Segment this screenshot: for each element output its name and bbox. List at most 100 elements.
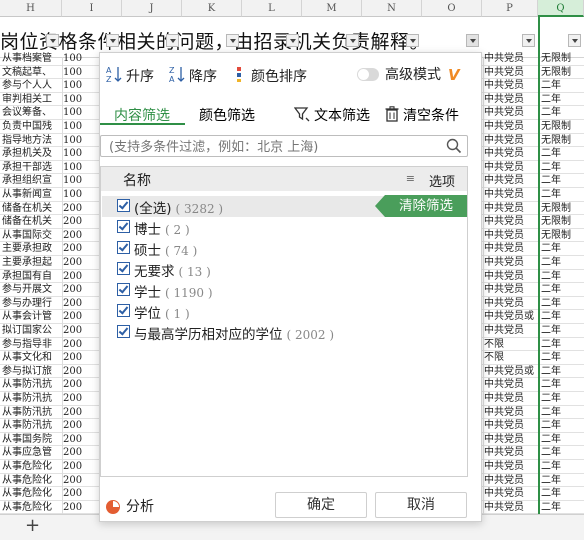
table-cell[interactable]: 200: [63, 338, 83, 351]
table-cell[interactable]: 200: [63, 487, 83, 500]
table-cell[interactable]: 中共党员: [484, 161, 538, 174]
table-cell[interactable]: 参与指导非: [2, 338, 62, 351]
filter-dropdown-i[interactable]: [106, 34, 119, 47]
table-cell[interactable]: 200: [63, 242, 83, 255]
table-cell[interactable]: 从事危险化: [2, 487, 62, 500]
table-cell[interactable]: 中共党员: [484, 501, 538, 514]
table-cell[interactable]: 100: [63, 120, 83, 133]
column-header-j[interactable]: J: [122, 0, 182, 17]
column-header-m[interactable]: M: [302, 0, 362, 17]
table-cell[interactable]: 200: [63, 406, 83, 419]
table-cell[interactable]: 参与办理行: [2, 297, 62, 310]
checkbox[interactable]: [117, 304, 130, 317]
filter-dropdown-j[interactable]: [166, 34, 179, 47]
table-cell[interactable]: 从事会计管: [2, 310, 62, 323]
checkbox[interactable]: [117, 199, 130, 212]
ok-button[interactable]: 确定: [275, 492, 367, 518]
table-cell[interactable]: 从事档案管: [2, 52, 62, 65]
table-cell[interactable]: 100: [63, 106, 83, 119]
table-cell[interactable]: 100: [63, 66, 83, 79]
table-cell[interactable]: 中共党员: [484, 79, 538, 92]
color-sort-button[interactable]: 颜色排序: [235, 65, 307, 85]
table-cell[interactable]: 200: [63, 392, 83, 405]
table-cell[interactable]: 负责中国残: [2, 120, 62, 133]
table-cell[interactable]: 中共党员: [484, 134, 538, 147]
table-cell[interactable]: 中共党员: [484, 174, 538, 187]
table-cell[interactable]: 中共党员: [484, 256, 538, 269]
table-cell[interactable]: 200: [63, 215, 83, 228]
search-icon[interactable]: [446, 138, 462, 158]
table-cell[interactable]: 200: [63, 297, 83, 310]
column-header-l[interactable]: L: [242, 0, 302, 17]
table-cell[interactable]: 中共党员: [484, 188, 538, 201]
column-header-h[interactable]: H: [0, 0, 62, 17]
table-cell[interactable]: 中共党员: [484, 242, 538, 255]
options-button[interactable]: 选项: [429, 171, 455, 190]
table-cell[interactable]: 中共党员: [484, 324, 538, 337]
text-filter-button[interactable]: 文本筛选: [293, 105, 370, 126]
checkbox[interactable]: [117, 283, 130, 296]
table-cell[interactable]: 中共党员: [484, 215, 538, 228]
analyze-button[interactable]: 分析: [106, 496, 154, 516]
table-cell[interactable]: 中共党员或: [484, 365, 538, 378]
table-cell[interactable]: 会议筹备、: [2, 106, 62, 119]
table-cell[interactable]: 从事防汛抗: [2, 378, 62, 391]
filter-dropdown-p[interactable]: [522, 34, 535, 47]
column-header-p[interactable]: P: [482, 0, 538, 17]
checkbox[interactable]: [117, 220, 130, 233]
table-cell[interactable]: 承担机关及: [2, 147, 62, 160]
table-cell[interactable]: 200: [63, 229, 83, 242]
table-cell[interactable]: 200: [63, 460, 83, 473]
table-cell[interactable]: 主要承担政: [2, 242, 62, 255]
table-cell[interactable]: 200: [63, 283, 83, 296]
table-cell[interactable]: 拟订国家公: [2, 324, 62, 337]
table-cell[interactable]: 200: [63, 419, 83, 432]
table-cell[interactable]: 100: [63, 52, 83, 65]
table-cell[interactable]: 中共党员: [484, 406, 538, 419]
table-cell[interactable]: 从事新闻宣: [2, 188, 62, 201]
table-cell[interactable]: 200: [63, 256, 83, 269]
filter-dropdown-n[interactable]: [406, 34, 419, 47]
sort-descending-button[interactable]: ZA 降序: [169, 65, 217, 85]
table-cell[interactable]: 200: [63, 501, 83, 514]
table-cell[interactable]: 100: [63, 188, 83, 201]
tab-color-filter[interactable]: 颜色筛选: [199, 105, 255, 125]
table-cell[interactable]: 100: [63, 93, 83, 106]
column-header-n[interactable]: N: [362, 0, 422, 17]
table-cell[interactable]: 主要承担起: [2, 256, 62, 269]
table-cell[interactable]: 从事危险化: [2, 474, 62, 487]
table-cell[interactable]: 中共党员: [484, 378, 538, 391]
table-cell[interactable]: 200: [63, 324, 83, 337]
table-cell[interactable]: 200: [63, 474, 83, 487]
filter-search-input[interactable]: [107, 137, 441, 157]
column-header-i[interactable]: I: [62, 0, 122, 17]
checkbox[interactable]: [117, 325, 130, 338]
table-cell[interactable]: 承担组织宣: [2, 174, 62, 187]
table-cell[interactable]: 储备在机关: [2, 215, 62, 228]
table-cell[interactable]: 从事危险化: [2, 501, 62, 514]
checkbox[interactable]: [117, 262, 130, 275]
table-cell[interactable]: 从事国际交: [2, 229, 62, 242]
column-header-o[interactable]: O: [422, 0, 482, 17]
table-cell[interactable]: 中共党员: [484, 106, 538, 119]
table-cell[interactable]: 储备在机关: [2, 202, 62, 215]
table-cell[interactable]: 文稿起草、: [2, 66, 62, 79]
table-cell[interactable]: 200: [63, 351, 83, 364]
table-cell[interactable]: 从事防汛抗: [2, 419, 62, 432]
filter-dropdown-m[interactable]: [346, 34, 359, 47]
table-cell[interactable]: 参与开展文: [2, 283, 62, 296]
table-cell[interactable]: 中共党员: [484, 392, 538, 405]
table-cell[interactable]: 中共党员: [484, 433, 538, 446]
table-cell[interactable]: 审判相关工: [2, 93, 62, 106]
clear-filter-button[interactable]: 清除筛选: [375, 195, 467, 217]
table-cell[interactable]: 中共党员: [484, 460, 538, 473]
add-sheet-icon[interactable]: +: [25, 515, 40, 536]
table-cell[interactable]: 中共党员: [484, 147, 538, 160]
table-cell[interactable]: 中共党员: [484, 487, 538, 500]
table-cell[interactable]: 参与个人人: [2, 79, 62, 92]
table-cell[interactable]: 200: [63, 446, 83, 459]
table-cell[interactable]: 100: [63, 174, 83, 187]
table-cell[interactable]: 从事文化和: [2, 351, 62, 364]
filter-dropdown-h[interactable]: [46, 34, 59, 47]
table-cell[interactable]: 中共党员: [484, 66, 538, 79]
